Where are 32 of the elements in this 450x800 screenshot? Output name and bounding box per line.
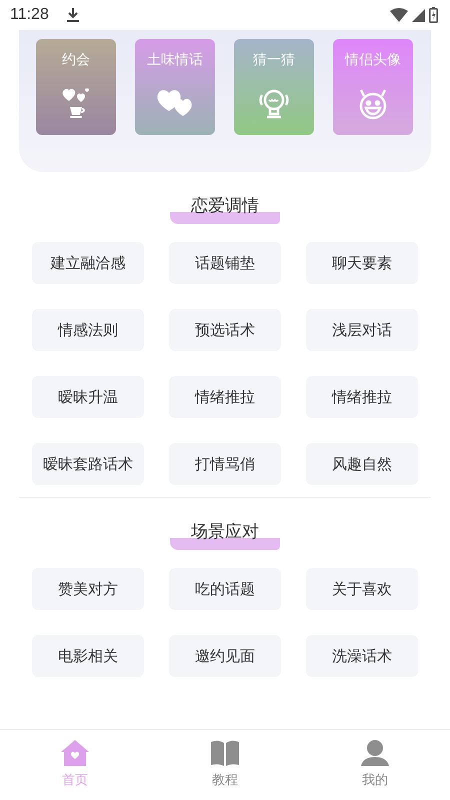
nav-tab[interactable]: 我的: [300, 730, 450, 800]
topic-button[interactable]: 话题铺垫: [169, 242, 281, 284]
battery-icon: [429, 7, 438, 23]
signal-icon: [412, 8, 425, 22]
topic-button[interactable]: 赞美对方: [32, 568, 144, 610]
nav-tab[interactable]: 教程: [150, 730, 300, 800]
download-icon: [66, 8, 79, 22]
topic-button[interactable]: 浅层对话: [306, 309, 418, 351]
hearts-cup-icon: [61, 87, 91, 119]
topic-button[interactable]: 打情骂俏: [169, 443, 281, 485]
topic-button[interactable]: 吃的话题: [169, 568, 281, 610]
person-icon: [360, 739, 390, 767]
robot-icon: [257, 87, 291, 121]
section-title: 恋爱调情: [170, 194, 280, 224]
topic-button[interactable]: 电影相关: [32, 635, 144, 677]
wifi-icon: [390, 8, 408, 22]
book-icon: [210, 739, 240, 767]
topic-button[interactable]: 情绪推拉: [169, 376, 281, 418]
topic-button[interactable]: 预选话术: [169, 309, 281, 351]
topic-button[interactable]: 情绪推拉: [306, 376, 418, 418]
section-title: 场景应对: [170, 520, 280, 550]
home-icon: [60, 739, 90, 767]
topic-button[interactable]: 洗澡话术: [306, 635, 418, 677]
topic-button[interactable]: 暧昧套路话术: [32, 443, 144, 485]
status-time: 11:28: [10, 6, 49, 24]
topic-button[interactable]: 暧昧升温: [32, 376, 144, 418]
topic-button[interactable]: 建立融洽感: [32, 242, 144, 284]
topic-button[interactable]: 关于喜欢: [306, 568, 418, 610]
topic-button[interactable]: 邀约见面: [169, 635, 281, 677]
topic-button[interactable]: 聊天要素: [306, 242, 418, 284]
topic-button[interactable]: 情感法则: [32, 309, 144, 351]
topic-button[interactable]: 风趣自然: [306, 443, 418, 485]
